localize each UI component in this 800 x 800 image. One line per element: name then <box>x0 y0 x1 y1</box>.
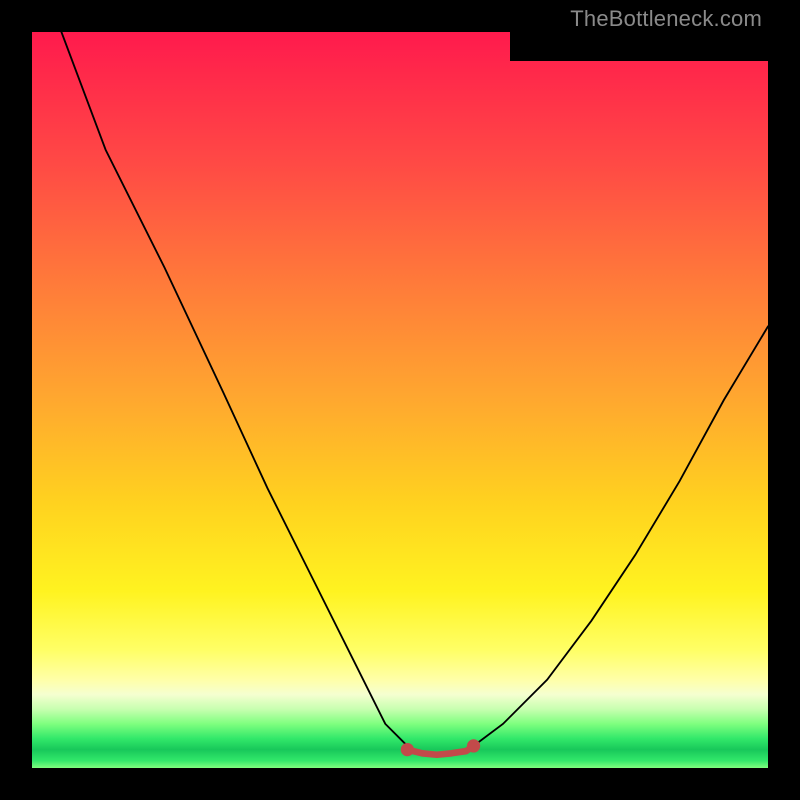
chart-frame: TheBottleneck.com <box>0 0 800 800</box>
right-curve <box>474 326 768 746</box>
curve-layer <box>32 32 768 768</box>
valley-left-dot <box>401 743 414 756</box>
plot-area <box>32 32 768 768</box>
valley-right-dot <box>467 739 480 752</box>
watermark-text: TheBottleneck.com <box>570 6 762 32</box>
left-curve <box>61 32 407 746</box>
flat-valley <box>407 746 473 755</box>
